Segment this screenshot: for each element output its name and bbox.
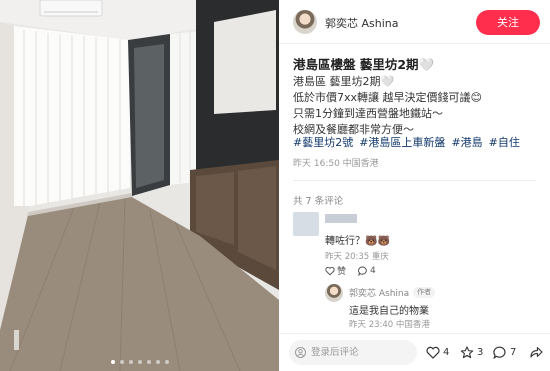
reply-text: 這是我自己的物業 [349, 306, 429, 317]
user-icon [295, 347, 306, 358]
comment-input[interactable]: 登录后评论 [289, 340, 417, 365]
carousel-dot[interactable] [155, 360, 160, 364]
comment-bubble-icon [493, 346, 506, 359]
hashtag-link[interactable]: #港島區上車新盤 [359, 134, 445, 150]
comment-count: 共 7 条评论 [293, 196, 344, 207]
comment-reply-count: 4 [370, 265, 376, 276]
author-name[interactable]: 郭奕芯 Ashina [325, 15, 399, 31]
carousel-indicator[interactable] [0, 360, 279, 364]
post-detail-panel: 郭奕芯 Ashina 关注 港島區樓盤 藝里坊2期🤍 港島區 藝里坊2期🤍 低於… [279, 0, 550, 371]
carousel-dot[interactable] [137, 360, 142, 364]
comment-timestamp: 昨天 20:35 重庆 [325, 252, 389, 262]
carousel-dot[interactable] [128, 360, 133, 364]
follow-button[interactable]: 关注 [476, 10, 540, 35]
carousel-dot[interactable] [146, 360, 151, 364]
share-icon [530, 347, 543, 358]
carousel-dot[interactable] [110, 360, 115, 364]
hashtag-link[interactable]: #藝里坊2號 [293, 134, 353, 150]
post-body: 港島區 藝里坊2期🤍 低於市價7xx轉讓 越早決定價錢可議😊 只需1分鐘到達西營… [293, 74, 482, 138]
post-image[interactable] [0, 0, 279, 371]
comment-actions: 赞 4 [325, 264, 376, 277]
reply-timestamp: 昨天 23:40 中国香港 [349, 320, 430, 330]
hashtag-link[interactable]: #自住 [489, 134, 520, 150]
comments-total: 7 [510, 347, 517, 358]
divider [293, 180, 536, 181]
share-button[interactable] [529, 346, 543, 359]
reply-author: 郭奕芯 Ashina 作者 [349, 286, 436, 299]
comment-text: 轉咗行？🐻🐻 [325, 236, 390, 247]
post-body-line: 只需1分鐘到達西營盤地鐵站～ [293, 107, 443, 120]
post-body-line: 港島區 藝里坊2期🤍 [293, 75, 395, 88]
star-icon [460, 346, 474, 359]
comment-bubble-icon [358, 266, 367, 276]
like-button[interactable]: 4 [426, 346, 449, 359]
reply-author-name[interactable]: 郭奕芯 Ashina [349, 286, 409, 299]
hashtag-link[interactable]: #港島 [451, 134, 482, 150]
collect-button[interactable]: 3 [460, 346, 483, 359]
like-count: 4 [443, 347, 450, 358]
author-avatar[interactable] [293, 10, 317, 34]
comment-reply-button[interactable]: 4 [358, 264, 376, 277]
post-body-line: 低於市價7xx轉讓 越早決定價錢可議😊 [293, 91, 482, 104]
heart-icon [325, 266, 335, 276]
reply-author-avatar[interactable] [325, 284, 343, 302]
hashtag-list: #藝里坊2號 #港島區上車新盤 #港島 #自住 [293, 134, 520, 150]
comment-input-placeholder: 登录后评论 [311, 347, 359, 358]
commenter-name-redacted [325, 214, 357, 223]
comment-like-label: 赞 [337, 267, 347, 277]
apartment-photo [0, 0, 279, 371]
carousel-dot[interactable] [164, 360, 169, 364]
author-badge: 作者 [413, 287, 436, 298]
comment-like-button[interactable]: 赞 [325, 264, 346, 277]
collect-count: 3 [477, 347, 484, 358]
post-title: 港島區樓盤 藝里坊2期🤍 [293, 57, 435, 72]
comments-button[interactable]: 7 [493, 346, 516, 359]
post-timestamp: 昨天 16:50 中国香港 [293, 159, 379, 169]
bottom-action-bar: 登录后评论 4 3 7 [279, 333, 550, 371]
heart-icon [426, 346, 440, 359]
carousel-dot[interactable] [119, 360, 124, 364]
commenter-avatar[interactable] [293, 212, 319, 236]
author-header: 郭奕芯 Ashina 关注 [279, 0, 550, 44]
